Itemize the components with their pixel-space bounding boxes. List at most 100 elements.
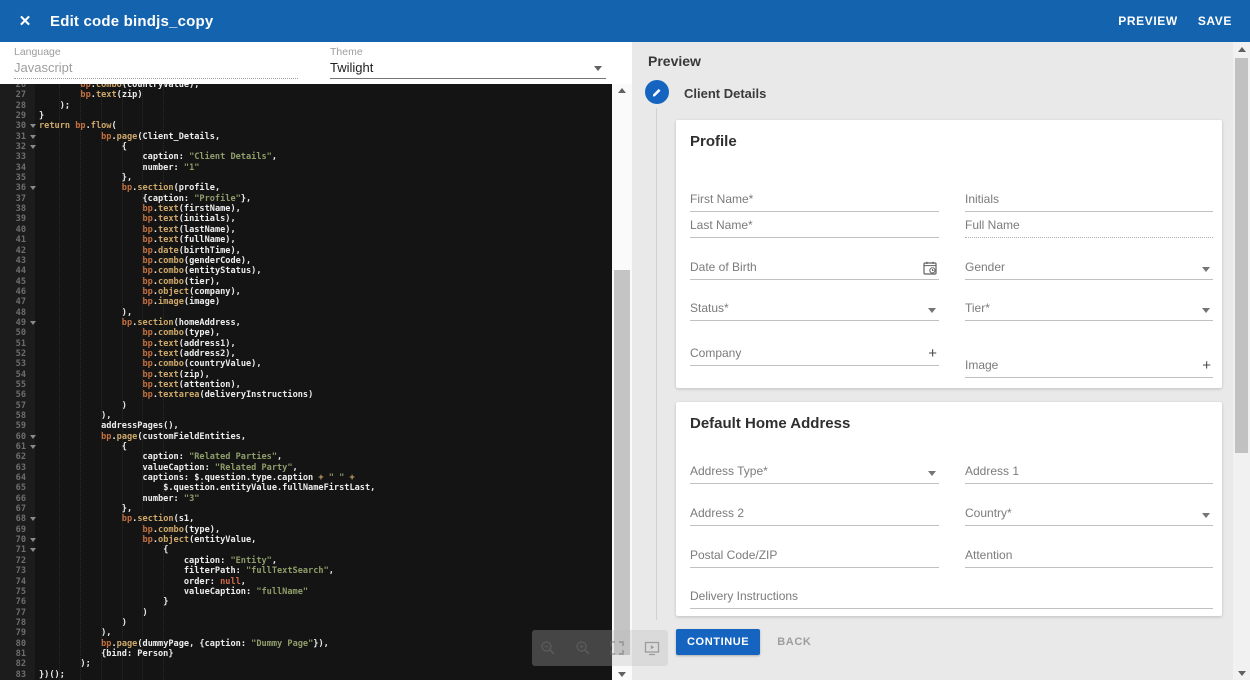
editor-scrollbar-thumb[interactable] bbox=[614, 270, 630, 655]
code-line[interactable]: 66 number: "3" bbox=[0, 494, 612, 504]
field-select[interactable]: Address Type* bbox=[690, 462, 939, 484]
code-line[interactable]: 39 bp.text(initials), bbox=[0, 214, 612, 224]
code-line[interactable]: 42 bp.date(birthTime), bbox=[0, 246, 612, 256]
code-line[interactable]: 48 ), bbox=[0, 308, 612, 318]
code-line[interactable]: 72 caption: "Entity", bbox=[0, 556, 612, 566]
code-line[interactable]: 81 {bind: Person} bbox=[0, 649, 612, 659]
code-line[interactable]: 36 bp.section(profile, bbox=[0, 183, 612, 193]
fold-widget-icon[interactable] bbox=[28, 535, 39, 545]
continue-button[interactable]: CONTINUE bbox=[676, 629, 760, 655]
zoom-in-button[interactable] bbox=[573, 638, 593, 658]
fold-widget-icon[interactable] bbox=[28, 514, 39, 524]
code-line[interactable]: 31 bp.page(Client_Details, bbox=[0, 132, 612, 142]
dropdown-caret-icon[interactable] bbox=[1202, 267, 1210, 272]
code-line[interactable]: 65 $.question.entityValue.fullNameFirstL… bbox=[0, 483, 612, 493]
save-button[interactable]: SAVE bbox=[1188, 6, 1242, 36]
fold-widget-icon[interactable] bbox=[28, 132, 39, 142]
field-date[interactable]: Date of Birth bbox=[690, 258, 939, 280]
stepper-step-indicator[interactable] bbox=[645, 80, 669, 104]
code-line[interactable]: 47 bp.image(image) bbox=[0, 297, 612, 307]
close-button[interactable]: ✕ bbox=[14, 10, 36, 32]
fullscreen-button[interactable] bbox=[607, 638, 627, 658]
field-text[interactable]: Postal Code/ZIP bbox=[690, 546, 939, 568]
field-select[interactable]: Gender bbox=[965, 258, 1213, 280]
code-line[interactable]: 50 bp.combo(type), bbox=[0, 328, 612, 338]
theme-select[interactable]: Theme Twilight bbox=[330, 46, 606, 79]
code-editor[interactable]: 26 bp.combo(countryValue),27 bp.text(zip… bbox=[0, 84, 612, 680]
code-line[interactable]: 27 bp.text(zip) bbox=[0, 90, 612, 100]
code-line[interactable]: 82 ); bbox=[0, 659, 612, 669]
code-line[interactable]: 68 bp.section(s1, bbox=[0, 514, 612, 524]
code-line[interactable]: 51 bp.text(address1), bbox=[0, 339, 612, 349]
preview-scrollbar-thumb[interactable] bbox=[1235, 58, 1248, 453]
fold-widget-icon[interactable] bbox=[28, 318, 39, 328]
code-line[interactable]: 62 caption: "Related Parties", bbox=[0, 452, 612, 462]
code-line[interactable]: 44 bp.combo(entityStatus), bbox=[0, 266, 612, 276]
field-text[interactable]: Attention bbox=[965, 546, 1213, 568]
code-line[interactable]: 53 bp.combo(countryValue), bbox=[0, 359, 612, 369]
code-line[interactable]: 63 valueCaption: "Related Party", bbox=[0, 463, 612, 473]
code-line[interactable]: 57 ) bbox=[0, 401, 612, 411]
field-text[interactable]: Initials bbox=[965, 190, 1213, 212]
code-line[interactable]: 28 ); bbox=[0, 101, 612, 111]
zoom-out-button[interactable] bbox=[538, 638, 558, 658]
code-line[interactable]: 78 ) bbox=[0, 618, 612, 628]
scroll-down-icon[interactable] bbox=[612, 668, 632, 680]
code-line[interactable]: 71 { bbox=[0, 545, 612, 555]
code-line[interactable]: 75 valueCaption: "fullName" bbox=[0, 587, 612, 597]
fold-widget-icon[interactable] bbox=[28, 121, 39, 131]
code-line[interactable]: 30return bp.flow( bbox=[0, 121, 612, 131]
code-line[interactable]: 43 bp.combo(genderCode), bbox=[0, 256, 612, 266]
field-text[interactable]: First Name* bbox=[690, 190, 939, 212]
dropdown-caret-icon[interactable] bbox=[1202, 308, 1210, 313]
code-line[interactable]: 41 bp.text(fullName), bbox=[0, 235, 612, 245]
code-line[interactable]: 70 bp.object(entityValue, bbox=[0, 535, 612, 545]
code-line[interactable]: 45 bp.combo(tier), bbox=[0, 277, 612, 287]
preview-button[interactable]: PREVIEW bbox=[1108, 6, 1188, 36]
field-select[interactable]: Status* bbox=[690, 299, 939, 321]
field-text[interactable]: Delivery Instructions bbox=[690, 587, 1213, 609]
dropdown-caret-icon[interactable] bbox=[928, 308, 936, 313]
field-text[interactable]: Last Name* bbox=[690, 216, 939, 238]
field-add[interactable]: Image+ bbox=[965, 356, 1213, 378]
code-line[interactable]: 61 { bbox=[0, 442, 612, 452]
editor-scrollbar[interactable] bbox=[612, 84, 632, 680]
code-line[interactable]: 29} bbox=[0, 111, 612, 121]
code-line[interactable]: 52 bp.text(address2), bbox=[0, 349, 612, 359]
code-line[interactable]: 40 bp.text(lastName), bbox=[0, 225, 612, 235]
add-icon[interactable]: + bbox=[928, 345, 937, 362]
code-line[interactable]: 79 ), bbox=[0, 628, 612, 638]
code-line[interactable]: 34 number: "1" bbox=[0, 163, 612, 173]
chevron-down-icon[interactable] bbox=[594, 66, 602, 71]
code-line[interactable]: 69 bp.combo(type), bbox=[0, 525, 612, 535]
present-button[interactable] bbox=[642, 638, 662, 658]
fold-widget-icon[interactable] bbox=[28, 183, 39, 193]
code-line[interactable]: 58 ), bbox=[0, 411, 612, 421]
code-line[interactable]: 77 ) bbox=[0, 608, 612, 618]
field-select[interactable]: Tier* bbox=[965, 299, 1213, 321]
fold-widget-icon[interactable] bbox=[28, 545, 39, 555]
code-line[interactable]: 33 caption: "Client Details", bbox=[0, 152, 612, 162]
preview-scrollbar[interactable] bbox=[1233, 42, 1250, 680]
code-line[interactable]: 60 bp.page(customFieldEntities, bbox=[0, 432, 612, 442]
code-line[interactable]: 56 bp.textarea(deliveryInstructions) bbox=[0, 390, 612, 400]
code-line[interactable]: 64 captions: $.question.type.caption + "… bbox=[0, 473, 612, 483]
code-line[interactable]: 67 }, bbox=[0, 504, 612, 514]
field-add[interactable]: Company+ bbox=[690, 344, 939, 366]
code-line[interactable]: 38 bp.text(firstName), bbox=[0, 204, 612, 214]
code-line[interactable]: 35 }, bbox=[0, 173, 612, 183]
code-line[interactable]: 49 bp.section(homeAddress, bbox=[0, 318, 612, 328]
code-line[interactable]: 74 order: null, bbox=[0, 577, 612, 587]
code-line[interactable]: 55 bp.text(attention), bbox=[0, 380, 612, 390]
scroll-up-icon[interactable] bbox=[1233, 43, 1250, 55]
scroll-down-icon[interactable] bbox=[1233, 667, 1250, 679]
code-line[interactable]: 54 bp.text(zip), bbox=[0, 370, 612, 380]
code-line[interactable]: 59 addressPages(), bbox=[0, 421, 612, 431]
code-line[interactable]: 80 bp.page(dummyPage, {caption: "Dummy P… bbox=[0, 639, 612, 649]
code-line[interactable]: 76 } bbox=[0, 597, 612, 607]
code-line[interactable]: 83})(); bbox=[0, 670, 612, 680]
code-line[interactable]: 73 filterPath: "fullTextSearch", bbox=[0, 566, 612, 576]
dropdown-caret-icon[interactable] bbox=[928, 471, 936, 476]
code-line[interactable]: 46 bp.object(company), bbox=[0, 287, 612, 297]
fold-widget-icon[interactable] bbox=[28, 432, 39, 442]
